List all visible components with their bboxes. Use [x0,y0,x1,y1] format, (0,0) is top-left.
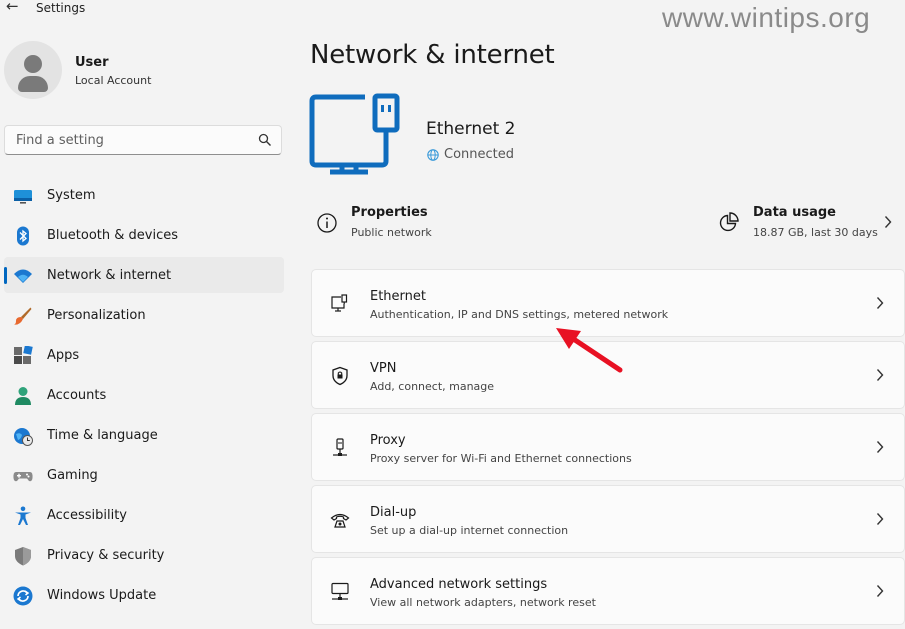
clock-globe-icon [14,428,33,446]
shield-icon [15,547,31,566]
sidebar-item-label: Apps [47,348,80,363]
proxy-icon [333,438,347,456]
network-adapter-icon [331,582,349,600]
search-input[interactable] [14,132,248,149]
wifi-icon [14,269,32,283]
dial-up-card[interactable]: Dial-up Set up a dial-up internet connec… [311,485,905,553]
properties-subtitle: Public network [351,226,432,239]
connection-status: Connected [427,147,514,162]
red-annotation-arrow-icon [556,328,623,373]
sidebar-item-label: Windows Update [47,588,157,603]
card-title: Dial-up [370,505,417,520]
user-name: User [75,55,109,70]
apps-icon [14,346,33,364]
gamepad-icon [13,472,33,482]
sidebar-nav: System Bluetooth & devices Network & int… [4,177,284,617]
card-subtitle: Authentication, IP and DNS settings, met… [370,308,669,321]
sidebar-item-bluetooth[interactable]: Bluetooth & devices [4,217,284,253]
chevron-right-icon [876,585,884,597]
card-subtitle: Set up a dial-up internet connection [370,524,569,537]
brush-icon [14,307,32,325]
data-usage-subtitle: 18.87 GB, last 30 days [753,226,878,239]
sidebar-item-gaming[interactable]: Gaming [4,457,284,493]
card-title: VPN [370,361,397,376]
search-box[interactable] [4,125,282,155]
accessibility-icon [15,506,31,525]
chevron-right-icon [876,513,884,525]
sidebar-item-label: Network & internet [47,268,172,283]
avatar[interactable] [4,41,62,99]
ethernet-monitor-hero-icon [309,93,400,175]
data-usage-link[interactable]: Data usage 18.87 GB, last 30 days [718,203,902,245]
update-icon [13,586,33,606]
sidebar-item-windows-update[interactable]: Windows Update [4,577,284,613]
page-title: Network & internet [310,40,555,70]
sidebar-item-network[interactable]: Network & internet [4,257,284,293]
properties-link[interactable]: Properties Public network [316,203,576,245]
card-title: Proxy [370,433,406,448]
sidebar-item-personalization[interactable]: Personalization [4,297,284,333]
sidebar-item-accessibility[interactable]: Accessibility [4,497,284,533]
sidebar-item-privacy-security[interactable]: Privacy & security [4,537,284,573]
card-title: Ethernet [370,289,426,304]
chevron-right-icon [876,369,884,381]
sidebar-item-accounts[interactable]: Accounts [4,377,284,413]
sidebar-item-label: Gaming [47,468,98,483]
chevron-right-icon [876,297,884,309]
card-subtitle: Proxy server for Wi-Fi and Ethernet conn… [370,452,632,465]
globe-icon [427,148,439,161]
info-icon [317,213,337,233]
bluetooth-icon [17,226,29,246]
monitor-icon [14,190,32,204]
watermark-text: www.wintips.org [662,2,871,33]
dialup-phone-icon [330,513,350,528]
sidebar-item-apps[interactable]: Apps [4,337,284,373]
connection-status-text: Connected [444,147,515,162]
vpn-shield-icon [332,366,348,386]
proxy-card[interactable]: Proxy Proxy server for Wi-Fi and Etherne… [311,413,905,481]
data-usage-title: Data usage [753,205,836,220]
sidebar-item-label: Accessibility [47,508,127,523]
chevron-right-icon [884,216,892,228]
card-subtitle: Add, connect, manage [370,380,495,393]
pie-chart-icon [719,212,739,232]
properties-title: Properties [351,205,428,220]
person-icon [15,387,31,405]
sidebar-item-label: Bluetooth & devices [47,228,178,243]
back-arrow-icon[interactable]: ← [6,0,19,15]
sidebar-item-label: Accounts [47,388,107,403]
sidebar-item-label: Privacy & security [47,548,165,563]
sidebar-item-time-language[interactable]: Time & language [4,417,284,453]
connection-name: Ethernet 2 [426,119,516,139]
chevron-right-icon [876,441,884,453]
app-title: Settings [36,1,86,15]
sidebar-item-system[interactable]: System [4,177,284,213]
search-icon[interactable] [258,133,272,147]
advanced-network-settings-card[interactable]: Advanced network settings View all netwo… [311,557,905,625]
user-account-type: Local Account [75,74,152,87]
ethernet-icon [331,294,348,312]
sidebar-item-label: Time & language [47,428,158,443]
card-subtitle: View all network adapters, network reset [370,596,596,609]
card-title: Advanced network settings [370,577,548,592]
sidebar-item-label: Personalization [47,308,146,323]
sidebar-item-label: System [47,188,96,203]
